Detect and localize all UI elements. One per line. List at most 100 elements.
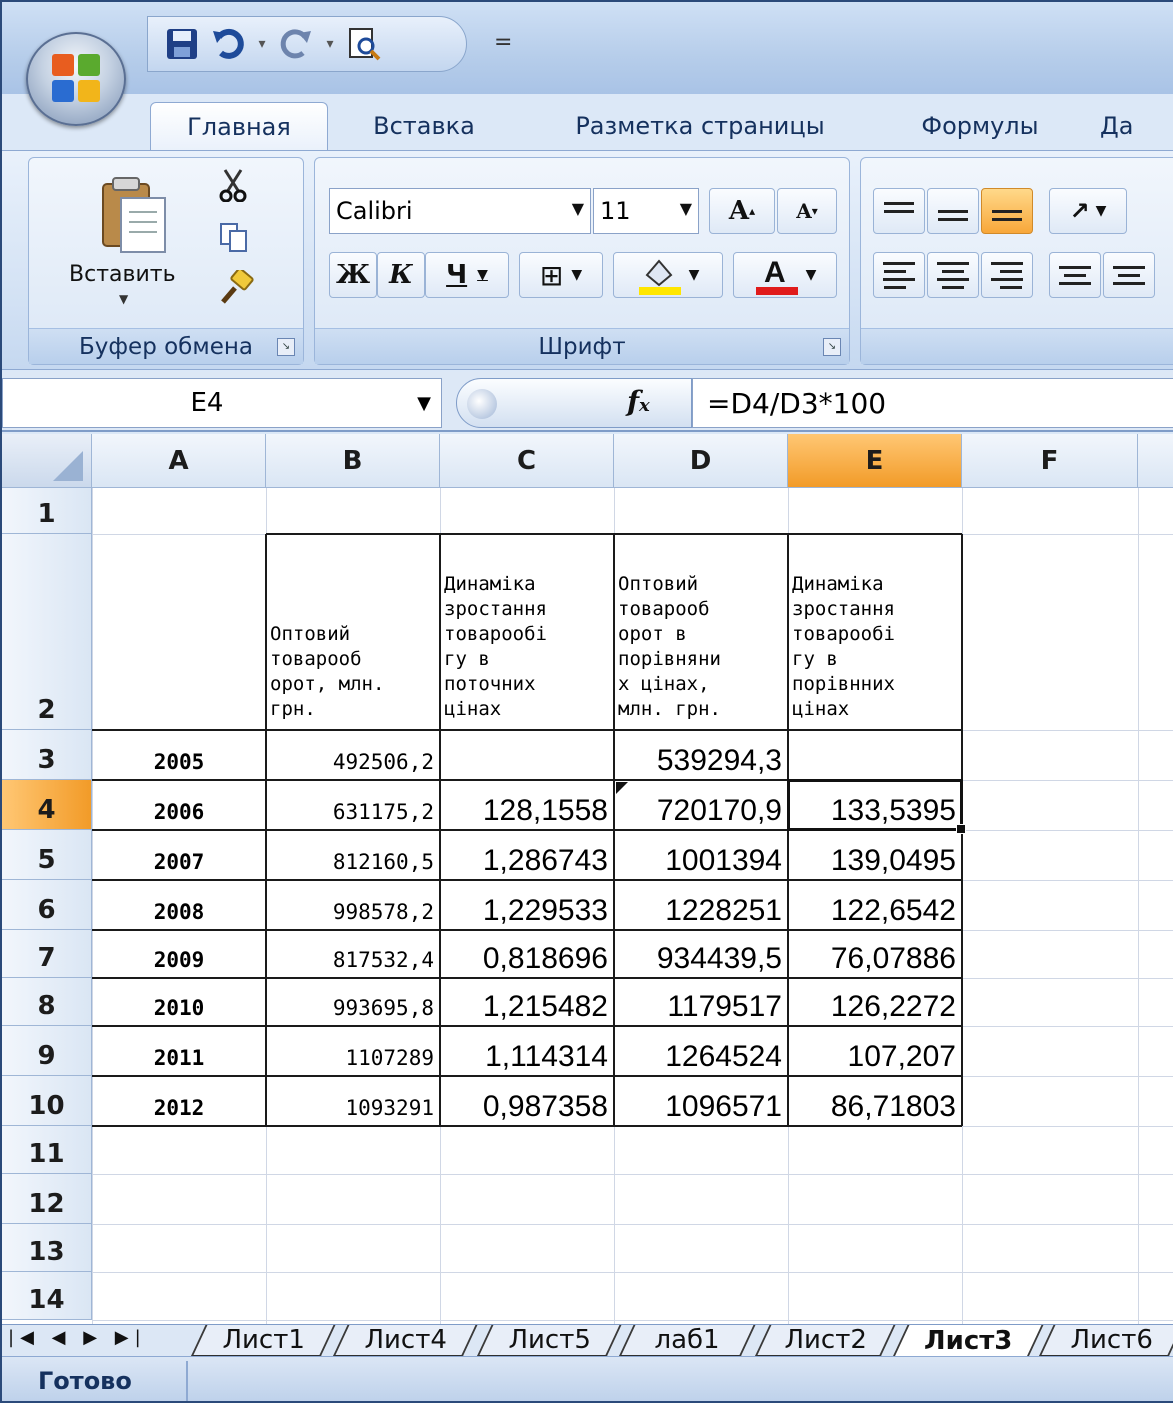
cell-b6[interactable]: 998578,2 [266, 880, 440, 930]
cell-b3[interactable]: 492506,2 [266, 730, 440, 780]
increase-indent-button[interactable] [1103, 252, 1155, 298]
cell-c9[interactable]: 1,114314 [440, 1026, 614, 1076]
align-right-button[interactable] [981, 252, 1033, 298]
sheet-tab-1[interactable]: Лист1 [190, 1325, 336, 1357]
paste-icon[interactable] [99, 174, 171, 254]
cut-icon[interactable] [219, 168, 247, 210]
column-header-b[interactable]: B [266, 434, 440, 488]
cell-a6[interactable]: 2008 [92, 880, 266, 930]
font-color-button[interactable]: A ▼ [733, 252, 837, 298]
tab-page-layout[interactable]: Разметка страницы [550, 102, 850, 150]
tab-data[interactable]: Да [1096, 102, 1173, 150]
cell-c5[interactable]: 1,286743 [440, 830, 614, 880]
cell-c8[interactable]: 1,215482 [440, 978, 614, 1026]
sheet-navigation-icons[interactable]: |◀ ◀ ▶ ▶| [8, 1327, 147, 1348]
save-icon[interactable] [162, 24, 202, 64]
undo-dropdown-icon[interactable]: ▾ [254, 36, 270, 52]
align-center-button[interactable] [927, 252, 979, 298]
cell-a9[interactable]: 2011 [92, 1026, 266, 1076]
column-header-a[interactable]: A [92, 434, 266, 488]
row-header-3[interactable]: 3 [2, 730, 92, 780]
column-header-partial[interactable] [1138, 434, 1173, 488]
decrease-indent-button[interactable] [1049, 252, 1101, 298]
cell-c4[interactable]: 128,1558 [440, 780, 614, 830]
row-header-1[interactable]: 1 [2, 488, 92, 534]
align-bottom-button[interactable] [981, 188, 1033, 234]
cell-d5[interactable]: 1001394 [614, 830, 788, 880]
tab-home[interactable]: Главная [150, 102, 328, 150]
cell-c10[interactable]: 0,987358 [440, 1076, 614, 1126]
redo-dropdown-icon[interactable]: ▾ [322, 36, 338, 52]
font-launcher-icon[interactable]: ↘ [823, 338, 841, 356]
fill-handle[interactable] [956, 824, 966, 834]
cell-d3[interactable]: 539294,3 [614, 730, 788, 780]
cell-d9[interactable]: 1264524 [614, 1026, 788, 1076]
cell-c3[interactable] [440, 730, 614, 780]
formula-bar-expand-icon[interactable] [467, 389, 497, 419]
sheet-tab-3[interactable]: Лист5 [476, 1325, 622, 1357]
cell-d7[interactable]: 934439,5 [614, 930, 788, 978]
paste-button[interactable]: Вставить [69, 262, 176, 287]
tab-insert[interactable]: Вставка [354, 102, 494, 150]
cell-d8[interactable]: 1179517 [614, 978, 788, 1026]
cell-e8[interactable]: 126,2272 [788, 978, 962, 1026]
cell-e5[interactable]: 139,0495 [788, 830, 962, 880]
cell-a5[interactable]: 2007 [92, 830, 266, 880]
row-header-5[interactable]: 5 [2, 830, 92, 880]
row-header-12[interactable]: 12 [2, 1174, 92, 1224]
row-header-13[interactable]: 13 [2, 1224, 92, 1272]
tab-formulas[interactable]: Формулы [910, 102, 1050, 150]
office-button[interactable] [26, 32, 126, 126]
customize-qat-icon[interactable]: = [494, 30, 512, 55]
cell-a8[interactable]: 2010 [92, 978, 266, 1026]
undo-icon[interactable] [208, 24, 248, 64]
cell-e10[interactable]: 86,71803 [788, 1076, 962, 1126]
align-top-button[interactable] [873, 188, 925, 234]
shrink-font-button[interactable]: A ▾ [777, 188, 837, 234]
cell-b8[interactable]: 993695,8 [266, 978, 440, 1026]
row-header-6[interactable]: 6 [2, 880, 92, 930]
copy-icon[interactable] [219, 222, 249, 260]
row-header-11[interactable]: 11 [2, 1126, 92, 1174]
header-cell-b2[interactable]: Оптовий товарооб орот, млн. грн. [266, 534, 440, 730]
row-header-4[interactable]: 4 [2, 780, 92, 830]
redo-icon[interactable] [276, 24, 316, 64]
format-painter-icon[interactable] [219, 267, 255, 314]
grow-font-button[interactable]: A ▴ [709, 188, 775, 234]
header-cell-d2[interactable]: Оптовий товарооб орот в порівняни х ціна… [614, 534, 788, 730]
cell-e7[interactable]: 76,07886 [788, 930, 962, 978]
cell-a3[interactable]: 2005 [92, 730, 266, 780]
cell-b5[interactable]: 812160,5 [266, 830, 440, 880]
italic-button[interactable]: К [377, 252, 425, 298]
sheet-tab-4[interactable]: лаб1 [618, 1325, 756, 1357]
row-header-9[interactable]: 9 [2, 1026, 92, 1076]
header-cell-c2[interactable]: Динаміка зростання товарообі гу в поточн… [440, 534, 614, 730]
cell-b7[interactable]: 817532,4 [266, 930, 440, 978]
underline-button[interactable]: Ч ▼ [425, 252, 509, 298]
cell-e9[interactable]: 107,207 [788, 1026, 962, 1076]
cell-b10[interactable]: 1093291 [266, 1076, 440, 1126]
cell-e3[interactable] [788, 730, 962, 780]
sheet-tab-2[interactable]: Лист4 [332, 1325, 478, 1357]
fill-color-button[interactable]: ▼ [613, 252, 723, 298]
active-cell-outline[interactable] [787, 779, 963, 831]
header-cell-e2[interactable]: Динаміка зростання товарообі гу в порівн… [788, 534, 962, 730]
cell-a4[interactable]: 2006 [92, 780, 266, 830]
sheet-tab-7[interactable]: Лист6 [1038, 1325, 1173, 1357]
cell-d10[interactable]: 1096571 [614, 1076, 788, 1126]
cell-d4[interactable]: 720170,9 [614, 780, 788, 830]
row-header-8[interactable]: 8 [2, 978, 92, 1026]
paste-dropdown-icon[interactable]: ▼ [119, 292, 128, 306]
row-header-2[interactable]: 2 [2, 534, 92, 730]
sheet-tab-5[interactable]: Лист2 [754, 1325, 896, 1357]
column-header-c[interactable]: C [440, 434, 614, 488]
row-header-14[interactable]: 14 [2, 1272, 92, 1320]
cell-c7[interactable]: 0,818696 [440, 930, 614, 978]
column-header-f[interactable]: F [962, 434, 1138, 488]
cell-a10[interactable]: 2012 [92, 1076, 266, 1126]
comment-indicator[interactable] [616, 782, 628, 794]
row-header-7[interactable]: 7 [2, 930, 92, 978]
font-name-combo[interactable]: Calibri ▼ [329, 188, 591, 234]
borders-button[interactable]: ⊞ ▼ [519, 252, 603, 298]
select-all-button[interactable] [2, 434, 92, 488]
